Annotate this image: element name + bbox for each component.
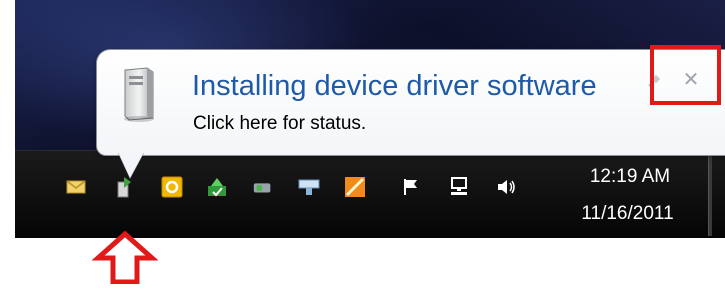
sync-icon[interactable] <box>206 176 228 198</box>
clock-time[interactable]: 12:19 AM <box>575 166 685 188</box>
orange-app-icon[interactable] <box>344 176 366 198</box>
volume-icon[interactable] <box>495 176 517 198</box>
close-highlight-box <box>650 45 721 105</box>
keyboard-icon[interactable] <box>298 176 320 198</box>
action-center-flag-icon[interactable] <box>400 176 422 198</box>
notification-title[interactable]: Installing device driver software <box>192 70 597 103</box>
mail-icon[interactable] <box>65 176 87 198</box>
outlook-icon[interactable] <box>161 176 183 198</box>
notification-body[interactable]: Click here for status. <box>193 113 366 135</box>
show-desktop-button[interactable] <box>708 152 712 236</box>
network-icon[interactable] <box>448 176 470 198</box>
vpn-icon[interactable] <box>252 176 274 198</box>
computer-tower-icon <box>117 66 159 122</box>
device-driver-icon[interactable] <box>113 176 135 198</box>
up-arrow-icon <box>91 230 159 285</box>
balloon-tail <box>118 152 144 178</box>
clock-date[interactable]: 11/16/2011 <box>565 203 690 225</box>
